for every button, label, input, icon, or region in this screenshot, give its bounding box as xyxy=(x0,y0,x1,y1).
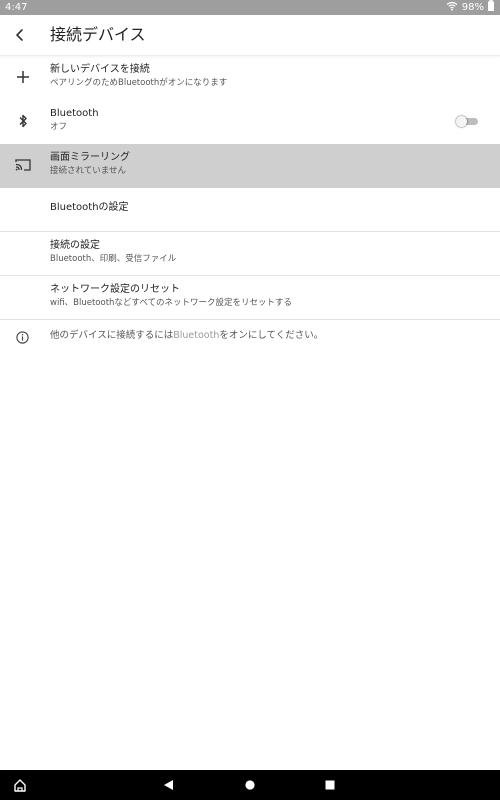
home-icon[interactable] xyxy=(12,777,28,793)
bluetooth-settings-item[interactable]: Bluetoothの設定 xyxy=(0,188,500,232)
info-message: 他のデバイスに接続するにはBluetoothをオンにしてください。 xyxy=(50,329,323,343)
status-bar: 4:47 98% xyxy=(0,0,500,15)
connection-settings-summary: Bluetooth、印刷、受信ファイル xyxy=(50,254,177,264)
navigation-bar xyxy=(0,770,500,800)
screen-mirroring-label: 画面ミラーリング xyxy=(50,152,130,163)
network-reset-item[interactable]: ネットワーク設定のリセット wifi、Bluetoothなどすべてのネットワーク… xyxy=(0,276,500,320)
bluetooth-icon xyxy=(12,110,34,132)
info-message-highlight: Bluetooth xyxy=(173,330,220,341)
bluetooth-label: Bluetooth xyxy=(50,108,99,119)
connection-settings-label: 接続の設定 xyxy=(50,240,100,251)
network-reset-label: ネットワーク設定のリセット xyxy=(50,284,180,295)
status-time: 4:47 xyxy=(5,2,28,13)
status-right: 98% xyxy=(446,0,494,15)
bluetooth-info-hint: 他のデバイスに接続するにはBluetoothをオンにしてください。 xyxy=(0,320,500,354)
network-reset-summary: wifi、Bluetoothなどすべてのネットワーク設定をリセットする xyxy=(50,298,292,308)
nav-back-icon[interactable] xyxy=(161,777,177,793)
pair-new-device-item[interactable]: 新しいデバイスを接続 ペアリングのためBluetoothがオンになります xyxy=(0,56,500,100)
bluetooth-toggle-thumb xyxy=(456,116,467,127)
bluetooth-item[interactable]: Bluetooth オフ xyxy=(0,100,500,144)
screen-mirroring-status: 接続されていません xyxy=(50,166,126,176)
bluetooth-toggle[interactable] xyxy=(456,116,478,127)
pair-new-device-label: 新しいデバイスを接続 xyxy=(50,64,150,75)
info-message-suffix: をオンにしてください。 xyxy=(219,330,324,341)
pair-new-device-summary: ペアリングのためBluetoothがオンになります xyxy=(50,78,228,88)
bluetooth-status: オフ xyxy=(50,122,68,132)
info-icon xyxy=(13,328,31,346)
battery-percent: 98% xyxy=(461,2,484,13)
cast-icon xyxy=(12,154,34,176)
wifi-icon xyxy=(446,1,458,15)
settings-list: 新しいデバイスを接続 ペアリングのためBluetoothがオンになります Blu… xyxy=(0,56,500,354)
screen-mirroring-item[interactable]: 画面ミラーリング 接続されていません xyxy=(0,144,500,188)
battery-icon xyxy=(488,0,494,15)
info-message-prefix: 他のデバイスに接続するには xyxy=(50,330,174,341)
plus-icon xyxy=(12,66,34,88)
nav-recents-icon[interactable] xyxy=(322,777,338,793)
bluetooth-settings-label: Bluetoothの設定 xyxy=(50,202,129,213)
back-arrow-icon[interactable] xyxy=(8,23,32,47)
nav-home-icon[interactable] xyxy=(242,777,258,793)
connection-settings-item[interactable]: 接続の設定 Bluetooth、印刷、受信ファイル xyxy=(0,232,500,276)
page-title: 接続デバイス xyxy=(50,25,146,44)
app-bar: 接続デバイス xyxy=(0,15,500,56)
